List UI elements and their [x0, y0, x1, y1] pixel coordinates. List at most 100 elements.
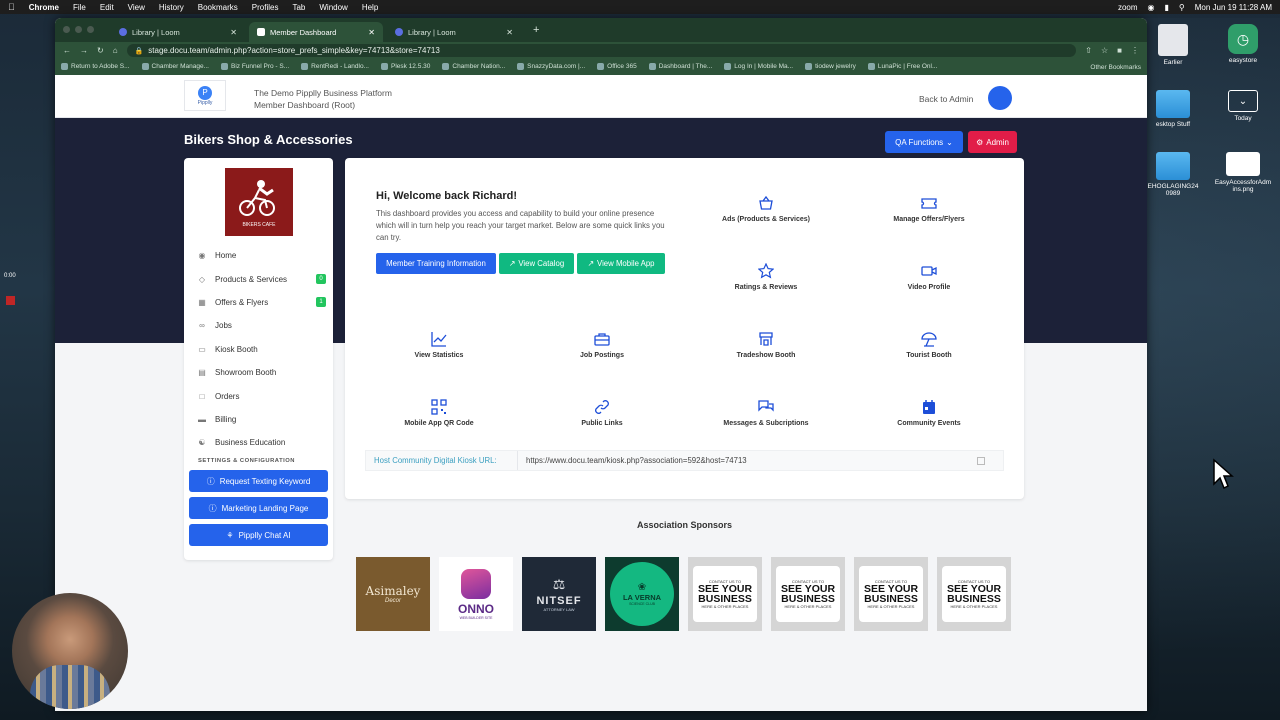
- view-mobile-app-button[interactable]: ↗ View Mobile App: [577, 253, 665, 274]
- maximize-window-icon[interactable]: [87, 26, 94, 33]
- bookmark-item[interactable]: Return to Adobe S...: [61, 63, 130, 71]
- menu-file[interactable]: File: [73, 3, 86, 12]
- sidebar-item-kiosk-booth[interactable]: ▭ Kiosk Booth: [194, 338, 326, 361]
- member-training-button[interactable]: Member Training Information: [376, 253, 496, 274]
- bookmark-item[interactable]: Dashboard | The...: [648, 63, 712, 71]
- minimize-window-icon[interactable]: [75, 26, 82, 33]
- bookmark-item[interactable]: SnazzyData.com |...: [517, 63, 585, 71]
- leaf-icon: ❀: [637, 582, 647, 593]
- battery-icon[interactable]: ▮: [1165, 3, 1169, 12]
- lock-icon[interactable]: 🔒: [135, 47, 144, 55]
- bookmark-item[interactable]: tiodew jewelry: [805, 63, 856, 71]
- tab-library-loom-2[interactable]: Library | Loom ✕: [387, 22, 521, 42]
- tile-manage-offers-flyers[interactable]: Manage Offers/Flyers: [854, 181, 1004, 237]
- sidebar-item-products-services[interactable]: ◇ Products & Services 0: [194, 267, 326, 290]
- more-menu-icon[interactable]: ⋮: [1131, 46, 1139, 55]
- tab-library-loom-1[interactable]: Library | Loom ✕: [111, 22, 245, 42]
- tile-job-postings[interactable]: Job Postings: [527, 317, 677, 373]
- bookmark-item[interactable]: Biz Funnel Pro - S...: [221, 63, 289, 71]
- tile-community-events[interactable]: Community Events: [854, 385, 1004, 441]
- tile-view-statistics[interactable]: View Statistics: [364, 317, 514, 373]
- tile-ads-products-services[interactable]: Ads (Products & Services): [691, 181, 841, 237]
- sponsor-asimaley[interactable]: Asimaley Decor: [356, 557, 430, 631]
- tile-mobile-app-qr-code[interactable]: Mobile App QR Code: [364, 385, 514, 441]
- marketing-landing-page-button[interactable]: ⓘ Marketing Landing Page: [189, 497, 328, 519]
- bookmark-item[interactable]: Plesk 12.5.30: [380, 63, 430, 71]
- share-icon[interactable]: ⇧: [1085, 46, 1092, 55]
- menu-help[interactable]: Help: [362, 3, 378, 12]
- copy-icon[interactable]: [977, 456, 985, 465]
- sidebar-item-showroom-booth[interactable]: ▤ Showroom Booth: [194, 361, 326, 384]
- close-tab-icon[interactable]: ✕: [368, 28, 375, 37]
- menu-window[interactable]: Window: [319, 3, 347, 12]
- zoom-status[interactable]: zoom: [1118, 3, 1138, 12]
- desktop-icon-easystore[interactable]: ◷ easystore: [1212, 24, 1274, 64]
- menu-history[interactable]: History: [159, 3, 184, 12]
- other-bookmarks[interactable]: Other Bookmarks: [1090, 64, 1141, 71]
- menubar-app-name[interactable]: Chrome: [29, 3, 59, 12]
- desktop-icon-today[interactable]: ⌄ Today: [1212, 90, 1274, 122]
- desktop-icon-desktop-stuff[interactable]: esktop Stuff: [1142, 90, 1204, 128]
- bookmark-star-icon[interactable]: ☆: [1101, 46, 1108, 55]
- new-tab-icon[interactable]: +: [525, 24, 547, 36]
- reload-icon[interactable]: ↻: [97, 46, 104, 55]
- bookmark-item[interactable]: Log In | Mobile Ma...: [724, 63, 793, 71]
- sponsor-see-your-business[interactable]: CONTACT US TO SEE YOUR BUSINESS HERE & O…: [937, 557, 1011, 631]
- bookmark-item[interactable]: Chamber Nation...: [442, 63, 505, 71]
- sponsor-name: Asimaley: [365, 584, 421, 598]
- kiosk-url-field[interactable]: https://www.docu.team/kiosk.php?associat…: [518, 456, 977, 465]
- sidebar-item-jobs[interactable]: ∞ Jobs: [194, 314, 326, 337]
- bookmark-item[interactable]: Chamber Manage...: [141, 63, 209, 71]
- forward-icon[interactable]: →: [80, 46, 88, 55]
- menu-edit[interactable]: Edit: [100, 3, 114, 12]
- pipplly-chat-ai-button[interactable]: ⚘ Pipplly Chat AI: [189, 524, 328, 546]
- sponsor-see-your-business[interactable]: CONTACT US TO SEE YOUR BUSINESS HERE & O…: [771, 557, 845, 631]
- back-to-admin-link[interactable]: Back to Admin: [919, 94, 973, 104]
- desktop-icon-easyaccess-png[interactable]: EasyAccessforAdm ins.png: [1212, 152, 1274, 193]
- admin-button[interactable]: ⚙ Admin: [968, 131, 1017, 153]
- menu-bookmarks[interactable]: Bookmarks: [198, 3, 238, 12]
- close-window-icon[interactable]: [63, 26, 70, 33]
- menu-tab[interactable]: Tab: [292, 3, 305, 12]
- sidebar-item-billing[interactable]: ▬ Billing: [194, 408, 326, 431]
- desktop-icon-earlier[interactable]: Earlier: [1142, 24, 1204, 66]
- view-catalog-button[interactable]: ↗ View Catalog: [499, 253, 574, 274]
- desktop-icon-folder[interactable]: EHOGLAGING24 0989: [1142, 152, 1204, 197]
- sponsor-la-verna[interactable]: ❀ LA VERNA SCIENCE CLUB: [605, 557, 679, 631]
- qa-functions-button[interactable]: QA Functions ⌄: [885, 131, 963, 153]
- tile-video-profile[interactable]: Video Profile: [854, 249, 1004, 305]
- sidebar-item-offers-flyers[interactable]: ▦ Offers & Flyers 1: [194, 291, 326, 314]
- tile-messages-subscriptions[interactable]: Messages & Subcriptions: [691, 385, 841, 441]
- tile-tradeshow-booth[interactable]: Tradeshow Booth: [691, 317, 841, 373]
- sponsor-see-your-business[interactable]: CONTACT US TO SEE YOUR BUSINESS HERE & O…: [854, 557, 928, 631]
- platform-logo[interactable]: P Pipplly: [184, 80, 226, 111]
- close-tab-icon[interactable]: ✕: [230, 28, 237, 37]
- search-icon[interactable]: ⚲: [1179, 3, 1185, 12]
- apple-icon[interactable]: : [8, 2, 15, 12]
- request-texting-keyword-button[interactable]: ⓘ Request Texting Keyword: [189, 470, 328, 492]
- menubar-clock[interactable]: Mon Jun 19 11:28 AM: [1195, 3, 1272, 12]
- sponsor-nitsef[interactable]: ⚖ NITSEF ATTORNEY LAW: [522, 557, 596, 631]
- bookmark-item[interactable]: RentRedi - Landlo...: [301, 63, 369, 71]
- tile-ratings-reviews[interactable]: Ratings & Reviews: [691, 249, 841, 305]
- bookmark-item[interactable]: Office 365: [597, 63, 637, 71]
- menu-profiles[interactable]: Profiles: [252, 3, 279, 12]
- back-icon[interactable]: ←: [63, 46, 71, 55]
- sidebar-item-orders[interactable]: □ Orders: [194, 384, 326, 407]
- sponsor-see-your-business[interactable]: CONTACT US TO SEE YOUR BUSINESS HERE & O…: [688, 557, 762, 631]
- sidebar-item-home[interactable]: ◉ Home: [194, 244, 326, 267]
- tab-member-dashboard[interactable]: Member Dashboard ✕: [249, 22, 383, 42]
- menu-view[interactable]: View: [128, 3, 145, 12]
- bookmark-item[interactable]: LunaPic | Free Onl...: [867, 63, 937, 71]
- extensions-icon[interactable]: ■: [1117, 46, 1122, 55]
- wifi-icon[interactable]: ◉: [1148, 3, 1155, 12]
- url-input[interactable]: 🔒 stage.docu.team/admin.php?action=store…: [126, 44, 1077, 57]
- home-icon[interactable]: ⌂: [113, 46, 118, 55]
- record-stop-icon[interactable]: [6, 296, 15, 305]
- sponsor-onno[interactable]: ONNO WEB BUILDER SITE: [439, 557, 513, 631]
- sidebar-item-business-education[interactable]: ☯ Business Education: [194, 431, 326, 454]
- tile-public-links[interactable]: Public Links: [527, 385, 677, 441]
- close-tab-icon[interactable]: ✕: [506, 28, 513, 37]
- user-avatar[interactable]: [988, 86, 1012, 110]
- tile-tourist-booth[interactable]: Tourist Booth: [854, 317, 1004, 373]
